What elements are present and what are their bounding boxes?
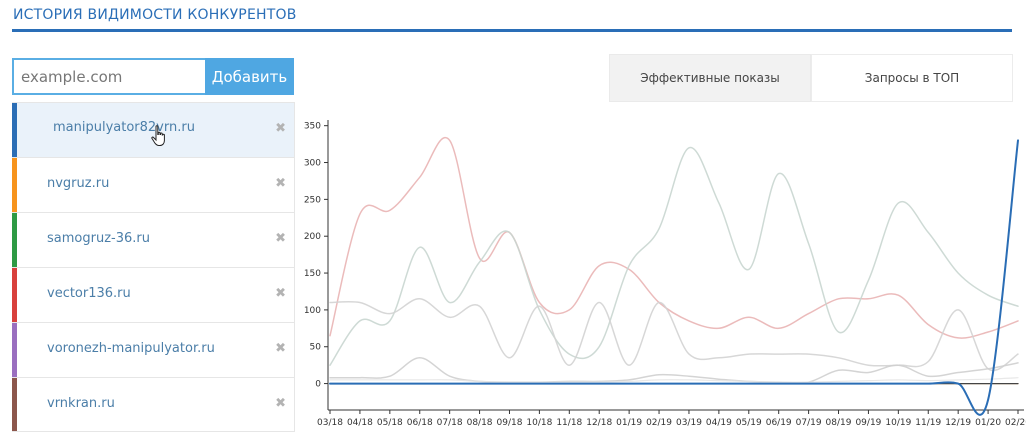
series-line-5 — [329, 377, 1019, 383]
x-tick-label: 03/18 — [317, 418, 343, 428]
competitor-list: manipulyator82vrn.ru ✖ nvgruz.ru ✖ samog… — [12, 102, 295, 432]
series-color-marker — [12, 268, 17, 322]
x-tick-label: 02/20 — [1005, 418, 1026, 428]
series-line-1 — [329, 136, 1019, 339]
x-tick-label: 02/19 — [646, 418, 672, 428]
x-tick-label: 12/18 — [586, 418, 612, 428]
remove-icon[interactable]: ✖ — [275, 394, 286, 414]
tab-effective-impressions[interactable]: Эффективные показы — [609, 54, 811, 102]
y-tick-label: 150 — [304, 269, 321, 279]
competitor-item[interactable]: nvgruz.ru ✖ — [12, 157, 295, 212]
metric-tabs: Эффективные показы Запросы в ТОП — [609, 54, 1013, 102]
visibility-chart: 0 50 100 150 200 250 300 350 03/18 04/18 05/18 06/1… — [296, 102, 1026, 446]
series-line-2 — [329, 147, 1019, 366]
competitor-item[interactable]: vector136.ru ✖ — [12, 267, 295, 322]
x-tick-label: 11/18 — [556, 418, 582, 428]
competitor-item[interactable]: samogruz-36.ru ✖ — [12, 212, 295, 267]
x-tick-label: 06/19 — [766, 418, 792, 428]
competitor-domain: manipulyator82vrn.ru — [53, 120, 195, 135]
x-tick-label: 06/18 — [407, 418, 433, 428]
title-underline — [12, 29, 1012, 32]
add-competitor-form: Добавить — [12, 58, 294, 95]
competitor-item[interactable]: vrnkran.ru ✖ — [12, 377, 295, 432]
remove-icon[interactable]: ✖ — [275, 229, 286, 249]
y-tick-label: 200 — [304, 232, 321, 242]
x-tick-label: 11/19 — [915, 418, 941, 428]
competitor-item[interactable]: manipulyator82vrn.ru ✖ — [12, 102, 295, 157]
series-color-marker — [12, 323, 17, 377]
add-button[interactable]: Добавить — [205, 58, 294, 95]
y-tick-label: 50 — [310, 343, 322, 353]
x-tick-label: 04/18 — [347, 418, 373, 428]
remove-icon[interactable]: ✖ — [275, 284, 286, 304]
x-tick-label: 08/18 — [467, 418, 493, 428]
remove-icon[interactable]: ✖ — [275, 174, 286, 194]
remove-icon[interactable]: ✖ — [275, 119, 286, 139]
x-tick-label: 10/19 — [885, 418, 911, 428]
x-tick-label: 04/19 — [706, 418, 732, 428]
x-tick-label: 05/18 — [377, 418, 403, 428]
competitor-domain: samogruz-36.ru — [47, 231, 150, 246]
x-tick-label: 10/18 — [526, 418, 552, 428]
tab-top-queries[interactable]: Запросы в ТОП — [811, 54, 1013, 102]
visibility-chart-svg: 0 50 100 150 200 250 300 350 03/18 04/18 05/18 06/1… — [304, 120, 1026, 428]
competitor-item[interactable]: voronezh-manipulyator.ru ✖ — [12, 322, 295, 377]
x-tick-label: 03/19 — [676, 418, 702, 428]
domain-input[interactable] — [12, 58, 205, 95]
x-tick-label: 01/20 — [975, 418, 1001, 428]
competitor-domain: vector136.ru — [47, 286, 131, 301]
x-tick-label: 07/19 — [796, 418, 822, 428]
x-tick-label: 09/18 — [497, 418, 523, 428]
remove-icon[interactable]: ✖ — [275, 339, 286, 359]
y-tick-label: 0 — [315, 380, 321, 390]
y-tick-label: 350 — [304, 122, 321, 132]
competitor-domain: vrnkran.ru — [47, 396, 115, 411]
x-tick-label: 07/18 — [437, 418, 463, 428]
competitor-domain: voronezh-manipulyator.ru — [47, 341, 215, 356]
series-color-marker — [12, 158, 17, 212]
x-tick-label: 05/19 — [736, 418, 762, 428]
series-color-marker — [12, 378, 17, 431]
y-tick-label: 250 — [304, 195, 321, 205]
y-tick-label: 300 — [304, 159, 321, 169]
y-tick-label: 100 — [304, 306, 321, 316]
series-color-marker — [12, 213, 17, 267]
x-tick-label: 12/19 — [945, 418, 971, 428]
x-tick-label: 01/19 — [616, 418, 642, 428]
page-title: ИСТОРИЯ ВИДИМОСТИ КОНКУРЕНТОВ — [13, 7, 297, 23]
series-color-marker — [12, 103, 17, 157]
competitor-domain: nvgruz.ru — [47, 176, 110, 191]
x-tick-label: 09/19 — [855, 418, 881, 428]
x-tick-label: 08/19 — [826, 418, 852, 428]
